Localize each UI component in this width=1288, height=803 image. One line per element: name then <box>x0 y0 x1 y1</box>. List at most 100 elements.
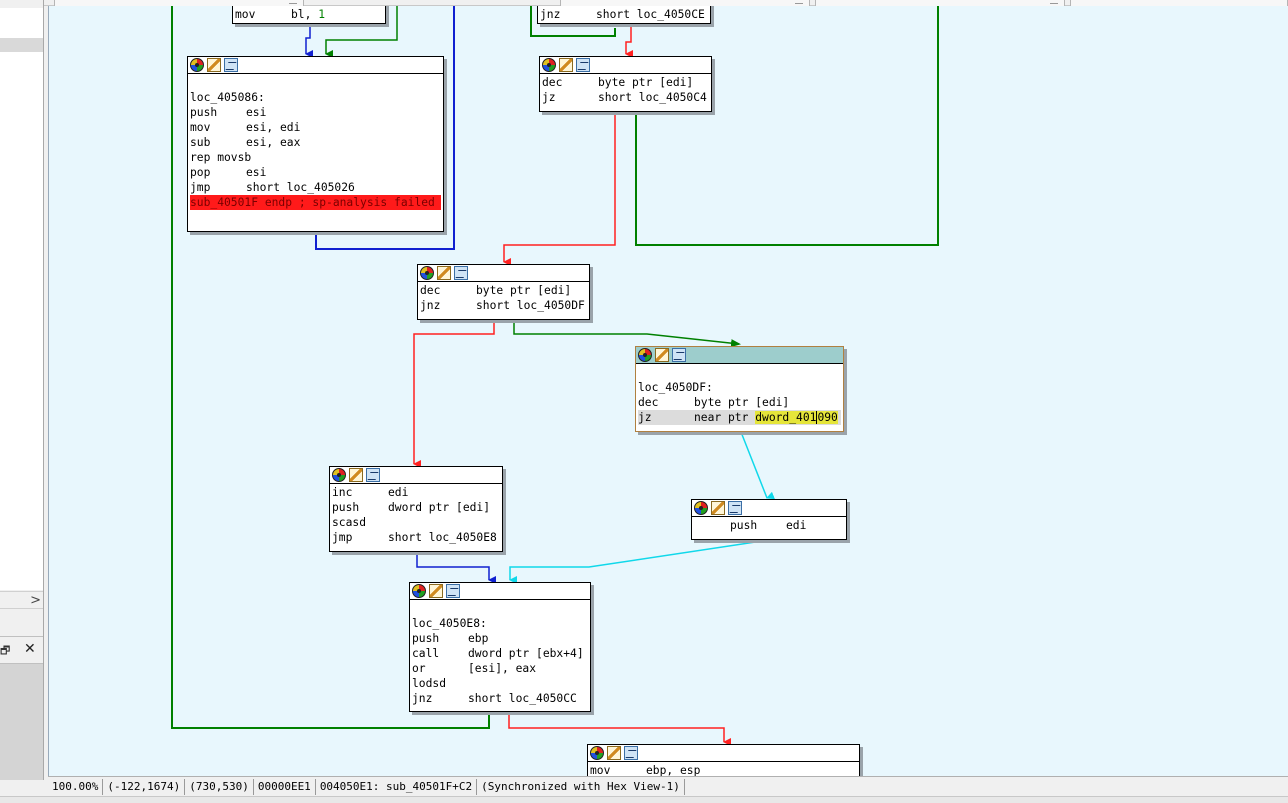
asm-line[interactable]: mov esi, edi <box>190 120 441 135</box>
color-wheel-icon[interactable] <box>542 58 556 72</box>
tab-close-icon[interactable] <box>1050 0 1058 4</box>
functions-panel: > 🗗 ✕ <box>0 0 44 780</box>
node-dec-jnz[interactable]: dec byte ptr [edi] jnz short loc_4050DF <box>417 264 590 320</box>
asm-line[interactable]: dec byte ptr [edi] <box>542 75 709 90</box>
close-icon[interactable]: ✕ <box>24 641 36 657</box>
node-header <box>540 57 711 74</box>
node-header <box>330 467 502 484</box>
asm-line[interactable]: inc edi <box>332 485 500 500</box>
code-label[interactable]: loc_4050E8: <box>412 616 588 631</box>
float-window-icon[interactable]: 🗗 <box>0 642 10 661</box>
edge-right-green-loop <box>635 6 939 246</box>
rename-pencil-icon[interactable] <box>559 58 573 72</box>
asm-line[interactable]: scasd <box>332 515 500 530</box>
asm-line[interactable]: rep movsb <box>190 150 441 165</box>
rename-pencil-icon[interactable] <box>207 58 221 72</box>
status-zoom: 100.00% <box>48 778 104 795</box>
sp-analysis-failed-line[interactable]: sub_40501F endp ; sp-analysis failed <box>190 195 441 210</box>
asm-line[interactable]: sub esi, eax <box>190 135 441 150</box>
edge-decjnz-to-inc <box>413 320 495 468</box>
node-header <box>188 57 443 74</box>
color-wheel-icon[interactable] <box>412 584 426 598</box>
status-bar: 100.00% (-122,1674) (730,530) 00000EE1 0… <box>48 776 1288 796</box>
asm-line[interactable]: push ebp <box>412 631 588 646</box>
asm-line[interactable]: pop esi <box>190 165 441 180</box>
status-sync: (Synchronized with Hex View-1) <box>477 778 685 795</box>
rename-pencil-icon[interactable] <box>429 584 443 598</box>
group-nodes-icon[interactable] <box>224 58 238 72</box>
node-header <box>588 745 859 762</box>
node-bottom[interactable]: mov ebp, esp <box>587 744 860 776</box>
color-wheel-icon[interactable] <box>332 468 346 482</box>
edge-4050E8-to-bottom <box>508 712 731 746</box>
functions-list-selected-row[interactable] <box>0 38 43 52</box>
asm-line[interactable]: jnz short loc_4050CC <box>412 691 588 706</box>
node-header-selected <box>636 347 843 364</box>
node-loc-405086[interactable]: loc_405086: push esi mov esi, edi sub esi, … <box>187 56 444 232</box>
node-push-edi[interactable]: push edi <box>691 499 847 540</box>
status-address: 004050E1: sub_40501F+C2 <box>316 778 478 795</box>
color-wheel-icon[interactable] <box>420 266 434 280</box>
horizontal-scrollbar[interactable]: > <box>0 591 43 609</box>
asm-line[interactable]: lodsd <box>412 676 588 691</box>
asm-line[interactable]: dec byte ptr [edi] <box>420 283 587 298</box>
asm-line[interactable]: jmp short loc_405026 <box>190 180 441 195</box>
edge-decjz-to-decjnz <box>503 112 616 266</box>
node-dec-jz[interactable]: dec byte ptr [edi] jz short loc_4050C4 <box>539 56 712 112</box>
asm-line[interactable]: mov bl, 1 <box>235 7 383 22</box>
node-loc-4050DF[interactable]: loc_4050DF: dec byte ptr [edi] jz near ptr… <box>635 346 844 432</box>
asm-line[interactable]: jmp short loc_4050E8 <box>332 530 500 545</box>
edge-inc-to-4050E8 <box>416 552 496 584</box>
asm-line[interactable]: jnz short loc_4050DF <box>420 298 587 313</box>
node-inc-edi[interactable]: inc edi push dword ptr [edi] scasd jmp shor… <box>329 466 503 552</box>
rename-pencil-icon[interactable] <box>349 468 363 482</box>
asm-line[interactable]: jnz short loc_4050CE <box>540 7 708 22</box>
asm-line[interactable]: dec byte ptr [edi] <box>638 395 841 410</box>
code-label[interactable]: loc_4050DF: <box>638 380 841 395</box>
asm-line[interactable]: mov ebp, esp <box>590 763 857 776</box>
color-wheel-icon[interactable] <box>190 58 204 72</box>
color-wheel-icon[interactable] <box>694 501 708 515</box>
asm-line[interactable]: call dword ptr [ebx+4] <box>412 646 588 661</box>
group-nodes-icon[interactable] <box>672 348 686 362</box>
group-nodes-icon[interactable] <box>366 468 380 482</box>
node-header <box>410 583 590 600</box>
second-panel-titlebar: 🗗 ✕ <box>0 636 43 664</box>
rename-pencil-icon[interactable] <box>711 501 725 515</box>
code-label[interactable]: loc_405086: <box>190 90 441 105</box>
tab-close-icon[interactable] <box>289 0 297 4</box>
group-nodes-icon[interactable] <box>728 501 742 515</box>
status-mouse-coords: (-122,1674) <box>103 778 186 795</box>
status-file-offset: 00000EE1 <box>254 778 316 795</box>
color-wheel-icon[interactable] <box>590 746 604 760</box>
node-header <box>692 500 846 517</box>
rename-pencil-icon[interactable] <box>607 746 621 760</box>
node-top-left[interactable]: mov bl, 1 <box>232 6 386 24</box>
node-loc-4050E8[interactable]: loc_4050E8: push ebp call dword ptr [ebx+4… <box>409 582 591 712</box>
highlighted-operand[interactable]: dword_401090 <box>755 411 838 424</box>
edge-into-405086-blue <box>305 26 313 58</box>
group-nodes-icon[interactable] <box>624 746 638 760</box>
scroll-right-icon[interactable]: > <box>30 592 41 609</box>
group-nodes-icon[interactable] <box>454 266 468 280</box>
rename-pencil-icon[interactable] <box>437 266 451 280</box>
edge-top-red <box>625 26 633 58</box>
rename-pencil-icon[interactable] <box>655 348 669 362</box>
color-wheel-icon[interactable] <box>638 348 652 362</box>
asm-line[interactable]: push edi <box>730 518 844 533</box>
edge-decjnz-to-4050DF <box>513 320 741 348</box>
graph-view[interactable]: mov bl, 1 jnz short loc_4050CE loc_405086:… <box>48 6 1288 776</box>
asm-line[interactable]: push esi <box>190 105 441 120</box>
node-header <box>418 265 589 282</box>
status-cursor-coords: (730,530) <box>185 778 254 795</box>
group-nodes-icon[interactable] <box>576 58 590 72</box>
asm-line[interactable]: jz short loc_4050C4 <box>542 90 709 105</box>
second-panel-body <box>0 664 43 780</box>
asm-line[interactable]: push dword ptr [edi] <box>332 500 500 515</box>
node-top-right[interactable]: jnz short loc_4050CE <box>537 6 711 24</box>
functions-list[interactable] <box>0 8 43 590</box>
tab-close-icon[interactable] <box>795 0 803 4</box>
asm-line-current[interactable]: jz near ptr dword_401090 <box>638 410 841 425</box>
asm-line[interactable]: or [esi], eax <box>412 661 588 676</box>
group-nodes-icon[interactable] <box>446 584 460 598</box>
